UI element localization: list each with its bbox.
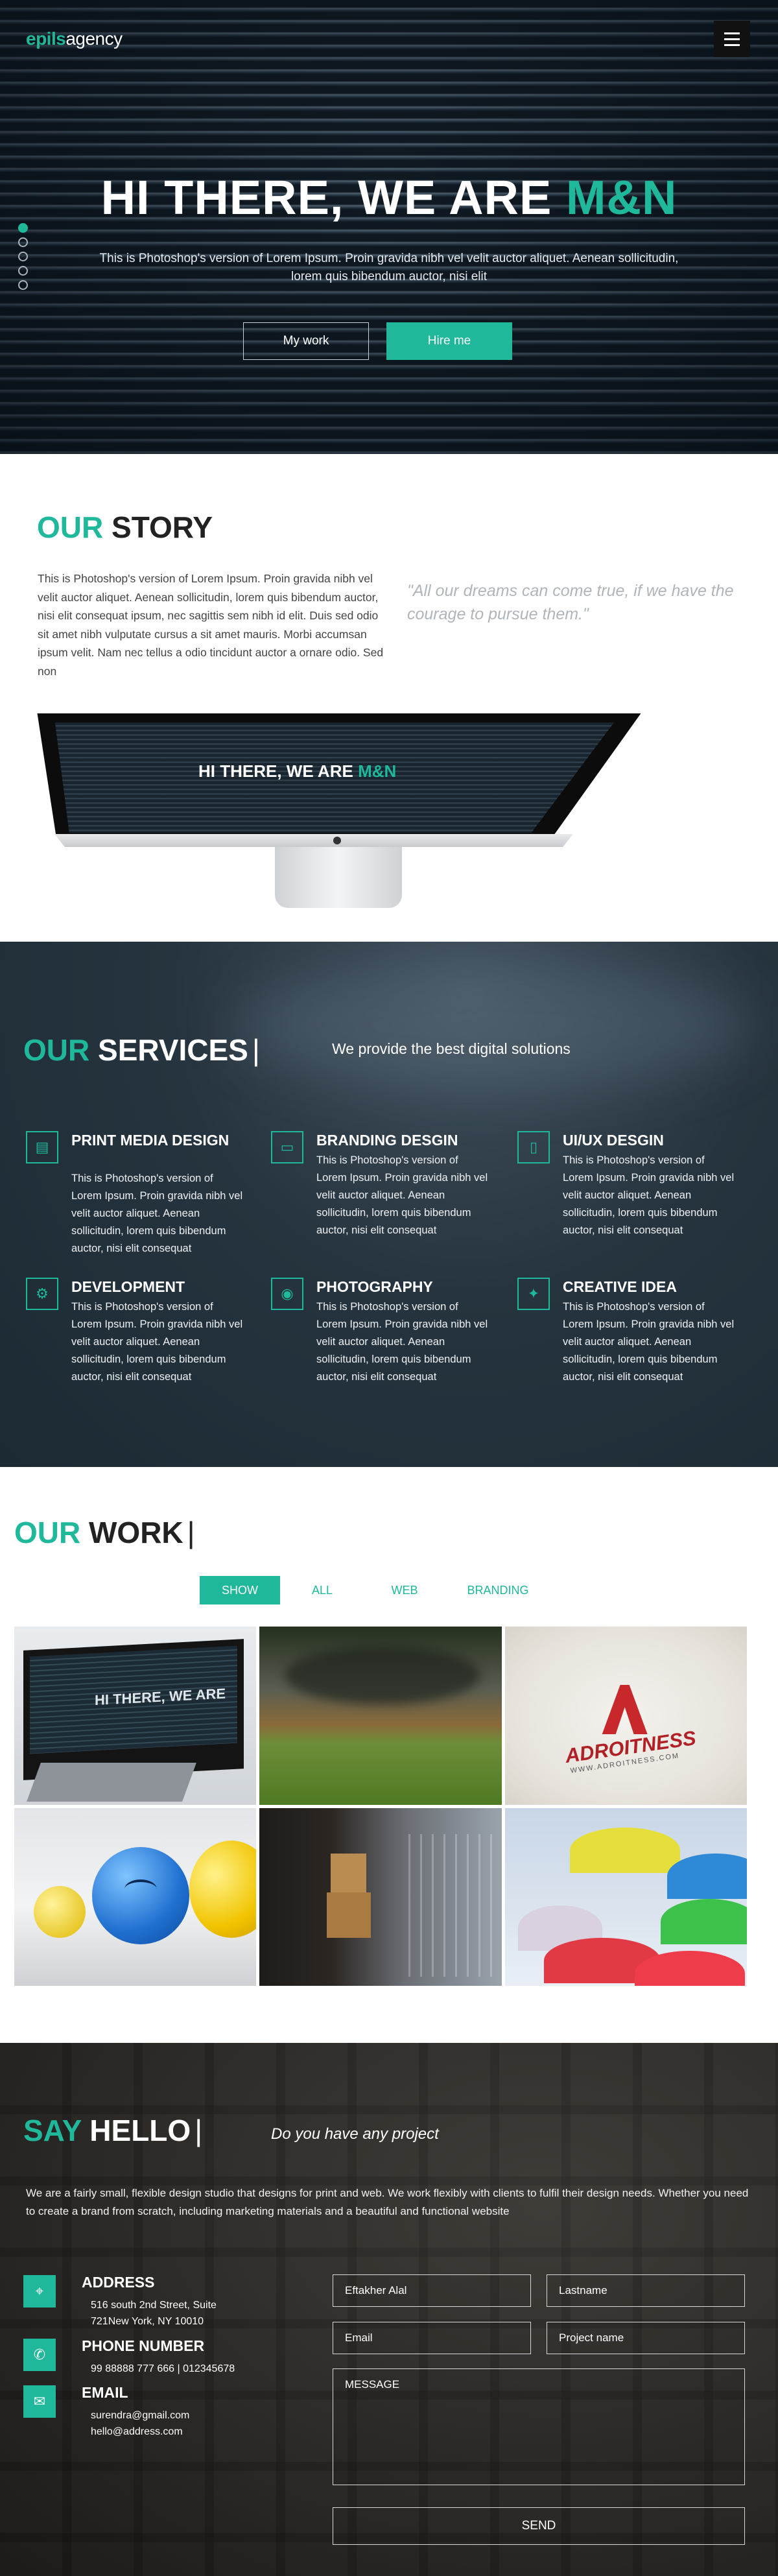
contact-intro-text: We are a fairly small, flexible design s… — [26, 2187, 749, 2217]
hero-background — [0, 0, 778, 454]
apple-logo-icon — [333, 837, 341, 844]
message-field[interactable]: MESSAGE — [333, 2368, 745, 2485]
send-button[interactable]: SEND — [333, 2507, 745, 2545]
email-field[interactable]: Email — [333, 2322, 531, 2354]
lightbulb-icon: ✦ — [517, 1278, 550, 1310]
imac-screen-title: HI THERE, WE ARE M&N — [198, 761, 397, 781]
slider-dot-3[interactable] — [18, 252, 28, 261]
filter-show[interactable]: SHOW — [200, 1576, 280, 1604]
services-title: OUR SERVICES | — [23, 1033, 260, 1067]
brand-logo-icon — [602, 1685, 648, 1734]
email-label: EMAIL — [82, 2384, 128, 2401]
work-title: OUR WORK | — [14, 1516, 195, 1549]
first-name-field[interactable]: Eftakher Alal — [333, 2274, 531, 2307]
service-title: BRANDING DESGIN — [316, 1132, 458, 1149]
service-text: This is Photoshop's version of Lorem Ips… — [316, 1301, 488, 1383]
filter-all[interactable]: ALL — [280, 1576, 364, 1604]
logo-part-1: epils — [26, 29, 66, 49]
portfolio-item-brand-logo[interactable]: ADROITNESS WWW.ADROITNESS.COM — [504, 1627, 747, 1805]
service-text: This is Photoshop's version of Lorem Ips… — [71, 1301, 243, 1383]
address-label: ADDRESS — [82, 2274, 155, 2291]
lastname-field[interactable]: Lastname — [547, 2274, 745, 2307]
contact-title: SAY HELLO | — [23, 2114, 203, 2147]
portfolio-item-umbrellas[interactable] — [504, 1807, 747, 1986]
portfolio-filters: SHOW ALL WEB BRANDING — [200, 1576, 551, 1604]
portfolio-item-monitor[interactable]: HI THERE, WE ARE — [14, 1627, 257, 1805]
site-logo[interactable]: epilsagency — [26, 29, 123, 49]
hire-me-button[interactable]: Hire me — [386, 322, 512, 360]
story-title-accent: OUR — [37, 510, 104, 544]
portfolio-grid: HI THERE, WE ARE ADROITNESS WWW.ADROITNE… — [14, 1627, 747, 1986]
phone-label: PHONE NUMBER — [82, 2337, 205, 2354]
portfolio-item-landscape[interactable] — [259, 1627, 502, 1805]
slider-dots — [18, 223, 28, 290]
story-title-main: STORY — [103, 510, 213, 544]
hamburger-menu-icon[interactable] — [714, 21, 750, 57]
service-title: DEVELOPMENT — [71, 1278, 185, 1295]
address-line: 721New York, NY 10010 — [91, 2316, 204, 2327]
map-pin-icon: ⌖ — [23, 2275, 56, 2308]
imac-mockup-image: HI THERE, WE ARE M&N — [31, 713, 647, 908]
phone-icon: ✆ — [23, 2339, 56, 2371]
gear-icon: ⚙ — [26, 1278, 58, 1310]
service-text: This is Photoshop's version of Lorem Ips… — [563, 1301, 735, 1383]
portfolio-item-smiley-balls[interactable] — [14, 1807, 257, 1986]
hero-title: HI THERE, WE ARE M&N — [0, 170, 778, 225]
service-title: UI/UX DESGIN — [563, 1132, 664, 1149]
hero-subtitle: This is Photoshop's version of Lorem Ips… — [99, 252, 679, 283]
services-subtitle: We provide the best digital solutions — [332, 1040, 571, 1057]
my-work-button[interactable]: My work — [243, 322, 369, 360]
mobile-icon: ▯ — [517, 1131, 550, 1163]
slider-dot-5[interactable] — [18, 280, 28, 290]
email-line[interactable]: surendra@gmail.com — [91, 2407, 259, 2424]
logo-part-2: agency — [65, 29, 123, 49]
contact-section: SAY HELLO | Do you have any project We ar… — [0, 2043, 778, 2576]
hero-title-accent: M&N — [565, 171, 678, 224]
filter-branding[interactable]: BRANDING — [445, 1576, 551, 1604]
service-text: This is Photoshop's version of Lorem Ips… — [316, 1154, 488, 1236]
service-title: CREATIVE IDEA — [563, 1278, 677, 1295]
email-line[interactable]: hello@address.com — [91, 2424, 259, 2440]
print-icon: ▤ — [26, 1131, 58, 1163]
slider-dot-4[interactable] — [18, 266, 28, 276]
story-title: OUR STORY — [37, 510, 213, 545]
phone-line: 99 88888 777 666 | 012345678 — [91, 2363, 235, 2374]
monitor-icon: ▭ — [271, 1131, 303, 1163]
story-text: This is Photoshop's version of Lorem Ips… — [38, 572, 384, 678]
contact-subtitle: Do you have any project — [271, 2125, 439, 2143]
project-name-field[interactable]: Project name — [547, 2322, 745, 2354]
services-section: OUR SERVICES | We provide the best digita… — [0, 942, 778, 1467]
service-text: This is Photoshop's version of Lorem Ips… — [563, 1154, 735, 1236]
story-quote: "All our dreams can come true, if we hav… — [407, 582, 734, 623]
service-title: PRINT MEDIA DESIGN — [71, 1132, 230, 1149]
service-text: This is Photoshop's version of Lorem Ips… — [71, 1173, 243, 1254]
portfolio-item-box-figure[interactable] — [259, 1807, 502, 1986]
slider-dot-2[interactable] — [18, 237, 28, 247]
hero-title-main: HI THERE, WE ARE — [100, 171, 566, 224]
filter-web[interactable]: WEB — [364, 1576, 445, 1604]
address-line: 516 south 2nd Street, Suite — [91, 2300, 217, 2311]
mail-icon: ✉ — [23, 2385, 56, 2418]
hero-section: epilsagency HI THERE, WE ARE M&N This is… — [0, 0, 778, 454]
camera-icon: ◉ — [271, 1278, 303, 1310]
service-title: PHOTOGRAPHY — [316, 1278, 433, 1295]
